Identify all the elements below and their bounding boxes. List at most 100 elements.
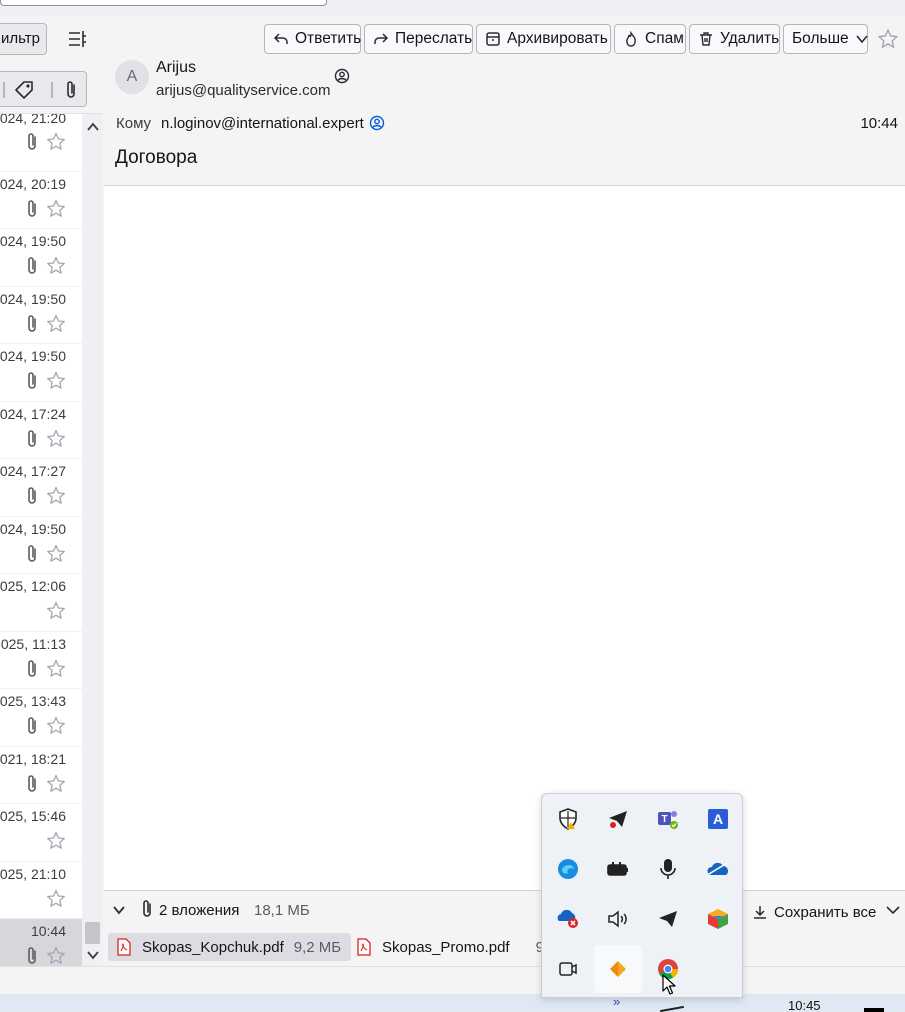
speaker-icon[interactable] (594, 895, 642, 943)
taskbar: » 10:45 (0, 994, 905, 1012)
list-layout-icon[interactable] (66, 28, 88, 50)
paperclip-icon (28, 774, 36, 792)
star-icon[interactable] (46, 601, 66, 621)
scroll-up-icon[interactable] (86, 120, 100, 134)
star-icon[interactable] (877, 28, 899, 50)
attachment-filter-icon[interactable] (64, 80, 78, 100)
spam-button[interactable]: Спам (614, 24, 686, 54)
message-row[interactable]: 024, 19:50 (0, 344, 82, 402)
onedrive-icon[interactable] (694, 845, 742, 893)
message-row[interactable]: 024, 17:27 (0, 459, 82, 517)
message-date: 024, 19:50 (0, 348, 66, 364)
chevron-down-icon (856, 35, 868, 44)
microphone-icon[interactable] (644, 845, 692, 893)
system-tray-overflow: T A (541, 793, 743, 998)
attachment-count[interactable]: 2 вложения (159, 902, 239, 919)
sender-name[interactable]: Arijus (156, 59, 196, 77)
edge-update-icon[interactable] (544, 845, 592, 893)
paperclip-icon (28, 257, 36, 274)
download-icon (754, 906, 766, 919)
telegram-icon[interactable] (594, 795, 642, 843)
star-icon[interactable] (46, 716, 66, 736)
message-row[interactable]: 025, 21:10 (0, 862, 82, 919)
trash-icon (700, 32, 712, 46)
recipient-email[interactable]: n.loginov@international.expert (161, 115, 364, 132)
star-icon[interactable] (46, 659, 66, 679)
reply-button[interactable]: Ответить (264, 24, 361, 54)
onedrive-error-icon[interactable] (544, 895, 592, 943)
forward-button[interactable]: Переслать (364, 24, 473, 54)
message-row[interactable]: 024, 20:19 (0, 172, 82, 229)
anydesk-icon[interactable] (594, 945, 642, 993)
teams-icon[interactable]: T (644, 795, 692, 843)
address-book-icon[interactable] (334, 68, 350, 84)
star-icon[interactable] (46, 256, 66, 276)
message-row[interactable]: 025, 13:43 (0, 689, 82, 747)
message-time: 10:44 (860, 115, 898, 132)
message-row[interactable]: 025, 15:46 (0, 804, 82, 862)
star-icon[interactable] (46, 889, 66, 909)
divider (51, 82, 53, 98)
message-list-scrollbar[interactable] (82, 114, 103, 966)
star-icon[interactable] (46, 774, 66, 794)
scrollbar-thumb[interactable] (85, 922, 100, 944)
windows-security-icon[interactable] (544, 795, 592, 843)
message-subject: Договора (115, 147, 198, 168)
paperclip-icon (28, 372, 36, 389)
paperclip-icon (143, 900, 151, 917)
message-row[interactable]: 024, 21:20 (0, 114, 82, 172)
sender-email[interactable]: arijus@qualityservice.com (156, 82, 330, 99)
message-date: 024, 19:50 (0, 290, 66, 307)
message-date: 025, 13:43 (0, 693, 66, 709)
message-row[interactable]: 021, 18:21 (0, 747, 82, 804)
meet-now-icon[interactable] (544, 945, 592, 993)
search-field[interactable] (0, 0, 327, 6)
tag-icon[interactable] (13, 79, 35, 101)
attachment-item[interactable]: Skopas_Kopchuk.pdf 9,2 МБ (108, 933, 352, 961)
message-row[interactable]: 024, 17:24 (0, 402, 82, 459)
chevron-down-icon[interactable] (885, 903, 901, 917)
star-icon[interactable] (46, 429, 66, 449)
spam-fire-icon (626, 31, 636, 47)
more-button[interactable]: Больше (783, 24, 868, 54)
star-icon[interactable] (46, 199, 66, 219)
paperclip-icon (28, 429, 36, 447)
paperclip-icon (28, 947, 36, 964)
message-row[interactable]: 10:44 (0, 919, 82, 966)
font-a-icon[interactable]: A (694, 795, 742, 843)
message-row[interactable]: 024, 19:50 (0, 229, 82, 287)
sender-avatar: A (115, 60, 149, 94)
message-header: Ответить Переслать Архивировать Спам Уда… (104, 16, 905, 186)
spam-label: Спам (645, 30, 684, 47)
star-icon[interactable] (46, 132, 66, 152)
telegram-icon[interactable] (644, 895, 692, 943)
battery-icon[interactable] (594, 845, 642, 893)
star-icon[interactable] (46, 486, 66, 506)
message-date: 025, 11:13 (0, 635, 66, 652)
quick-filter-button[interactable]: ильтр (0, 23, 47, 55)
attachment-size: 9,2 МБ (293, 938, 342, 956)
message-row[interactable]: 025, 11:13 (0, 632, 82, 689)
attachment-item[interactable]: Skopas_Promo.pdf 9 (348, 933, 554, 961)
paperclip-icon (28, 544, 36, 562)
message-row[interactable]: 024, 19:50 (0, 287, 82, 344)
archive-button[interactable]: Архивировать (476, 24, 611, 54)
star-icon[interactable] (46, 314, 66, 334)
attachment-name: Skopas_Kopchuk.pdf (142, 938, 284, 956)
star-icon[interactable] (46, 371, 66, 391)
message-date: 024, 19:50 (0, 520, 66, 537)
message-row[interactable]: 024, 19:50 (0, 517, 82, 574)
star-icon[interactable] (46, 831, 66, 851)
chevron-down-icon[interactable] (112, 903, 126, 917)
taskbar-clock[interactable]: 10:45 (788, 998, 821, 1012)
bluestacks-icon[interactable] (694, 895, 742, 943)
message-row[interactable]: 025, 12:06 (0, 574, 82, 632)
star-icon[interactable] (46, 544, 66, 564)
message-date: 10:44 (30, 923, 66, 939)
save-all-button[interactable]: Сохранить все (752, 899, 887, 925)
show-desktop-button[interactable] (864, 1008, 884, 1012)
contact-icon[interactable] (369, 115, 385, 131)
delete-button[interactable]: Удалить (689, 24, 780, 54)
scroll-down-icon[interactable] (86, 948, 100, 962)
star-icon[interactable] (46, 946, 66, 966)
